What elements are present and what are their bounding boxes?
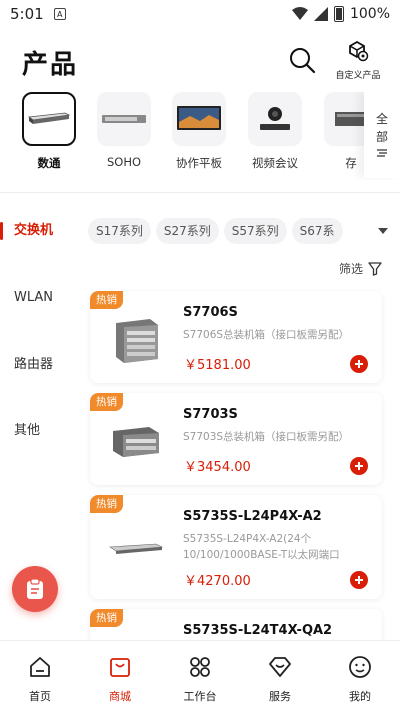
all-label-line1: 全 bbox=[375, 112, 388, 126]
category-label: 视频会议 bbox=[252, 156, 298, 170]
collab-board-icon bbox=[177, 106, 221, 130]
plus-icon bbox=[355, 360, 363, 368]
chassis-device-icon bbox=[116, 319, 158, 363]
category-thumb bbox=[248, 92, 302, 146]
category-thumb bbox=[172, 92, 226, 146]
category-datacom[interactable]: 数通 bbox=[22, 92, 76, 171]
product-image bbox=[108, 521, 164, 577]
add-to-cart-button[interactable] bbox=[350, 457, 368, 475]
search-button[interactable] bbox=[288, 46, 316, 74]
cellular-icon bbox=[313, 7, 328, 21]
series-chip[interactable]: S57系列 bbox=[223, 218, 287, 244]
product-description: S5735S-L24P4X-A2(24个10/100/1000BASE-T以太网… bbox=[183, 533, 340, 561]
hot-badge: 热销 bbox=[90, 609, 123, 627]
tab-label: 商城 bbox=[109, 690, 131, 703]
product-name: S5735S-L24T4X-QA2 bbox=[183, 623, 333, 638]
plus-icon bbox=[355, 576, 363, 584]
product-price: ￥3454.00 bbox=[184, 460, 251, 475]
tab-service[interactable]: 服务 bbox=[240, 641, 320, 710]
sidebar-item-switch[interactable]: 交换机 bbox=[0, 215, 84, 247]
product-name: S7703S bbox=[183, 407, 238, 422]
category-label: 协作平板 bbox=[176, 156, 222, 170]
caret-down-icon[interactable] bbox=[376, 224, 390, 238]
clipboard-fab[interactable] bbox=[12, 566, 58, 612]
switch-device-icon bbox=[27, 112, 71, 124]
custom-product-label: 自定义产品 bbox=[335, 71, 381, 81]
status-time: 5:01 bbox=[10, 5, 44, 23]
tab-label: 首页 bbox=[29, 690, 51, 703]
series-chip[interactable]: S67系 bbox=[291, 218, 343, 244]
category-label: SOHO bbox=[106, 155, 142, 169]
category-soho[interactable]: SOHO bbox=[97, 92, 151, 169]
tab-home[interactable]: 首页 bbox=[0, 641, 80, 710]
service-diamond-icon bbox=[269, 657, 291, 677]
video-conf-icon bbox=[260, 107, 290, 130]
series-fade bbox=[348, 218, 372, 246]
sidebar-item-wlan[interactable]: WLAN bbox=[0, 282, 84, 314]
product-description: S7706S总装机箱（接口板需另配） bbox=[183, 329, 350, 341]
category-video-conf[interactable]: 视频会议 bbox=[248, 92, 302, 171]
product-image bbox=[108, 311, 164, 367]
menu-lines-icon bbox=[377, 149, 387, 157]
series-chip[interactable]: S17系列 bbox=[88, 218, 151, 244]
wifi-icon bbox=[291, 7, 308, 20]
soho-switch-icon bbox=[102, 115, 146, 123]
product-list-panel: S17系列 S27系列 S57系列 S67系 筛选 热销 S7706S S7706S总… bbox=[84, 200, 400, 640]
series-chip[interactable]: S27系列 bbox=[155, 218, 219, 244]
tab-profile[interactable]: 我的 bbox=[320, 641, 400, 710]
category-collab-board[interactable]: 协作平板 bbox=[172, 92, 226, 171]
product-name: S7706S bbox=[183, 305, 238, 320]
product-card[interactable]: 热销 S5735S-L24T4X-QA2 bbox=[90, 609, 382, 640]
product-name: S5735S-L24P4X-A2 bbox=[183, 509, 322, 524]
shop-bag-icon bbox=[110, 658, 130, 677]
hot-badge: 热销 bbox=[90, 495, 123, 513]
battery-icon bbox=[333, 6, 344, 22]
status-right: 100% bbox=[291, 6, 390, 22]
product-card[interactable]: 热销 S7703S S7703S总装机箱（接口板需另配） ￥3454.00 bbox=[90, 393, 382, 485]
hot-badge: 热销 bbox=[90, 291, 123, 309]
category-thumb bbox=[97, 92, 151, 146]
tab-label: 服务 bbox=[269, 690, 291, 703]
filter-button[interactable]: 筛选 bbox=[339, 260, 382, 277]
category-strip: 数通 SOHO 协作平板 视频会议 存 全 部 bbox=[0, 92, 400, 180]
product-price: ￥5181.00 bbox=[184, 358, 251, 373]
profile-face-icon bbox=[349, 656, 371, 678]
sidebar-item-router[interactable]: 路由器 bbox=[0, 349, 84, 381]
add-to-cart-button[interactable] bbox=[350, 571, 368, 589]
search-icon bbox=[290, 48, 316, 74]
header: 产品 自定义产品 bbox=[0, 36, 400, 86]
custom-product-icon bbox=[349, 40, 369, 62]
tab-label: 我的 bbox=[349, 690, 371, 703]
chassis-device-icon bbox=[113, 427, 159, 457]
product-card[interactable]: 热销 S7706S S7706S总装机箱（接口板需另配） ￥5181.00 bbox=[90, 291, 382, 383]
switch-device-icon bbox=[109, 543, 164, 554]
status-bar: 5:01 A 100% bbox=[0, 0, 400, 28]
home-icon bbox=[30, 657, 50, 677]
page-title: 产品 bbox=[22, 50, 79, 80]
battery-percent: 100% bbox=[349, 6, 390, 22]
product-price: ￥4270.00 bbox=[184, 574, 251, 589]
clipboard-icon bbox=[27, 578, 43, 599]
notification-a-icon: A bbox=[53, 8, 66, 20]
workbench-icon bbox=[190, 657, 210, 677]
product-description: S7703S总装机箱（接口板需另配） bbox=[183, 431, 350, 443]
hot-badge: 热销 bbox=[90, 393, 123, 411]
product-card[interactable]: 热销 S5735S-L24P4X-A2 S5735S-L24P4X-A2(24个… bbox=[90, 495, 382, 599]
custom-product-button[interactable]: 自定义产品 bbox=[330, 40, 386, 82]
section-divider bbox=[0, 192, 400, 193]
bottom-tab-bar: 首页 商城 工作台 服务 我的 bbox=[0, 640, 400, 710]
funnel-icon bbox=[368, 261, 382, 276]
tab-label: 工作台 bbox=[183, 690, 217, 703]
product-image bbox=[108, 413, 164, 469]
category-label: 数通 bbox=[37, 156, 61, 170]
tab-workbench[interactable]: 工作台 bbox=[160, 641, 240, 710]
all-categories-button[interactable]: 全 部 bbox=[364, 92, 400, 178]
plus-icon bbox=[355, 462, 363, 470]
add-to-cart-button[interactable] bbox=[350, 355, 368, 373]
category-thumb bbox=[22, 92, 76, 146]
tab-shop[interactable]: 商城 bbox=[80, 641, 160, 710]
filter-label: 筛选 bbox=[338, 262, 363, 276]
all-label-line2: 部 bbox=[375, 130, 388, 144]
sidebar-item-other[interactable]: 其他 bbox=[0, 415, 84, 447]
